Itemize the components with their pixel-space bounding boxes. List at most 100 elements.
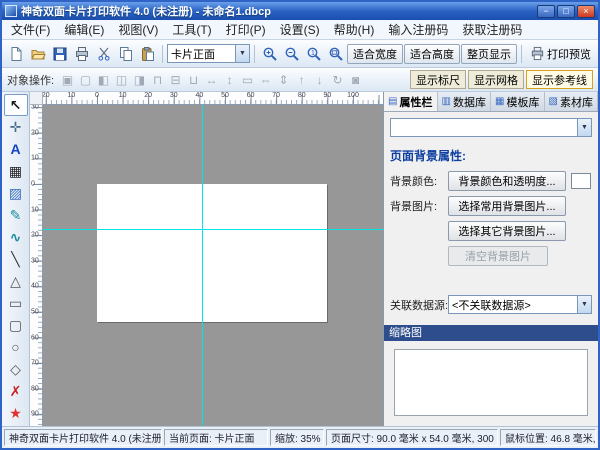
- bg-color-swatch[interactable]: [571, 173, 591, 189]
- guide-horizontal[interactable]: [43, 229, 383, 230]
- rotate-button[interactable]: ↻: [329, 71, 346, 88]
- ruler-v-label: 70: [31, 360, 39, 367]
- tab-materials[interactable]: ▧素材库: [545, 92, 599, 111]
- menu-item-6[interactable]: 设置(S): [273, 19, 327, 40]
- ruler-v-label: 30: [31, 257, 39, 264]
- align-top-button[interactable]: ⊓: [149, 71, 166, 88]
- align-right-button[interactable]: ◨: [131, 71, 148, 88]
- ruler-h: 20100102030405060708090100: [43, 92, 383, 105]
- ruler-v-label: 50: [31, 309, 39, 316]
- zoom-actual-button[interactable]: 1: [303, 43, 324, 64]
- align-center-h-button[interactable]: ◫: [113, 71, 130, 88]
- minimize-button[interactable]: −: [537, 5, 555, 18]
- bring-to-front-button[interactable]: ↑: [293, 71, 310, 88]
- image-tool[interactable]: ▨: [4, 182, 28, 204]
- full-page-button[interactable]: 整页显示: [461, 44, 517, 64]
- same-size-button[interactable]: ▭: [239, 71, 256, 88]
- menu-item-4[interactable]: 工具(T): [165, 19, 218, 40]
- text-tool[interactable]: A: [4, 138, 28, 160]
- clear-bg-button[interactable]: 清空背景图片: [448, 246, 548, 266]
- fit-height-button[interactable]: 适合高度: [404, 44, 460, 64]
- zoom-in-button[interactable]: [259, 43, 280, 64]
- page-selector[interactable]: 卡片正面 ▼: [167, 44, 250, 63]
- pencil-tool[interactable]: ✎: [4, 204, 28, 226]
- menu-item-1[interactable]: 文件(F): [4, 19, 57, 40]
- datasource-selector[interactable]: <不关联数据源> ▼: [448, 295, 592, 314]
- ruler-h-label: 90: [323, 92, 331, 99]
- barcode-tool[interactable]: ▦: [4, 160, 28, 182]
- lock-button[interactable]: ◙: [347, 71, 364, 88]
- zoom-fit-button[interactable]: [325, 43, 346, 64]
- save-button[interactable]: [49, 43, 70, 64]
- bg-color-button[interactable]: 背景颜色和透明度...: [448, 171, 566, 191]
- delete-tool[interactable]: ✗: [4, 380, 28, 402]
- toolbar-separator: [162, 45, 163, 63]
- tab-database-label: 数据库: [453, 94, 486, 110]
- same-width-button[interactable]: ↔: [203, 71, 220, 88]
- new-icon: [8, 46, 24, 62]
- card-page[interactable]: [97, 184, 327, 322]
- maximize-button[interactable]: □: [557, 5, 575, 18]
- fit-width-button[interactable]: 适合宽度: [347, 44, 403, 64]
- menu-item-3[interactable]: 视图(V): [111, 19, 165, 40]
- polygon-tool[interactable]: ◇: [4, 358, 28, 380]
- group-button[interactable]: ▣: [59, 71, 76, 88]
- space-horizontal-button[interactable]: ⇔: [257, 71, 274, 88]
- zoom-in-icon: [262, 46, 278, 62]
- select-other-bg-button[interactable]: 选择其它背景图片...: [448, 221, 566, 241]
- tab-templates[interactable]: ▦模板库: [491, 92, 545, 111]
- ellipse-tool[interactable]: ○: [4, 336, 28, 358]
- align-bottom-button[interactable]: ⊔: [185, 71, 202, 88]
- section-title: 页面背景属性:: [390, 147, 592, 164]
- chevron-down-icon[interactable]: ▼: [577, 296, 591, 313]
- ruler-v: 3020100102030405060708090: [30, 105, 43, 426]
- send-to-back-button[interactable]: ↓: [311, 71, 328, 88]
- star-tool[interactable]: ★: [4, 402, 28, 424]
- select-common-bg-button[interactable]: 选择常用背景图片...: [448, 196, 566, 216]
- menu-item-2[interactable]: 编辑(E): [57, 19, 111, 40]
- ruler-v-label: 80: [31, 385, 39, 392]
- rectangle-tool[interactable]: ▭: [4, 292, 28, 314]
- thumbnail-header: 缩略图: [384, 325, 598, 341]
- zoom-out-button[interactable]: [281, 43, 302, 64]
- edit-tool[interactable]: ✛: [4, 116, 28, 138]
- curve-tool[interactable]: ∿: [4, 226, 28, 248]
- tab-properties-label: 属性栏: [399, 94, 432, 110]
- ungroup-button[interactable]: ▢: [77, 71, 94, 88]
- tab-templates-icon: ▦: [495, 96, 504, 107]
- align-left-button[interactable]: ◧: [95, 71, 112, 88]
- space-vertical-button[interactable]: ⇕: [275, 71, 292, 88]
- canvas[interactable]: 20100102030405060708090100 3020100102030…: [30, 92, 383, 426]
- print-preview-button[interactable]: 打印预览: [526, 44, 595, 64]
- menu-item-5[interactable]: 打印(P): [219, 19, 273, 40]
- menu-item-9[interactable]: 获取注册码: [455, 19, 529, 40]
- new-button[interactable]: [5, 43, 26, 64]
- cut-button[interactable]: [93, 43, 114, 64]
- rounded-rect-tool[interactable]: ▢: [4, 314, 28, 336]
- align-middle-button[interactable]: ⊟: [167, 71, 184, 88]
- menu-item-7[interactable]: 帮助(H): [327, 19, 382, 40]
- print-button[interactable]: [71, 43, 92, 64]
- select-tool[interactable]: ↖: [4, 94, 28, 116]
- close-button[interactable]: ×: [577, 5, 595, 18]
- show-grid-toggle[interactable]: 显示网格: [468, 70, 524, 89]
- line-tool[interactable]: ╲: [4, 248, 28, 270]
- app-window: 神奇双面卡片打印软件 4.0 (未注册) - 未命名1.dbcp − □ × 文…: [0, 0, 600, 450]
- same-height-button[interactable]: ↕: [221, 71, 238, 88]
- svg-text:1: 1: [311, 50, 315, 57]
- titlebar: 神奇双面卡片打印软件 4.0 (未注册) - 未命名1.dbcp − □ ×: [2, 2, 598, 20]
- tab-properties[interactable]: ▤属性栏: [384, 92, 438, 111]
- paste-button[interactable]: [137, 43, 158, 64]
- ruler-h-label: 50: [221, 92, 229, 99]
- menu-item-8[interactable]: 输入注册码: [381, 19, 455, 40]
- copy-button[interactable]: [115, 43, 136, 64]
- show-ruler-toggle[interactable]: 显示标尺: [410, 70, 466, 89]
- tab-database[interactable]: ▥数据库: [438, 92, 492, 111]
- chevron-down-icon[interactable]: ▼: [577, 119, 591, 136]
- object-selector[interactable]: ▼: [390, 118, 592, 137]
- show-guides-toggle[interactable]: 显示参考线: [526, 70, 593, 89]
- open-button[interactable]: [27, 43, 48, 64]
- guide-vertical[interactable]: [202, 105, 203, 426]
- triangle-tool[interactable]: △: [4, 270, 28, 292]
- chevron-down-icon[interactable]: ▼: [235, 45, 249, 62]
